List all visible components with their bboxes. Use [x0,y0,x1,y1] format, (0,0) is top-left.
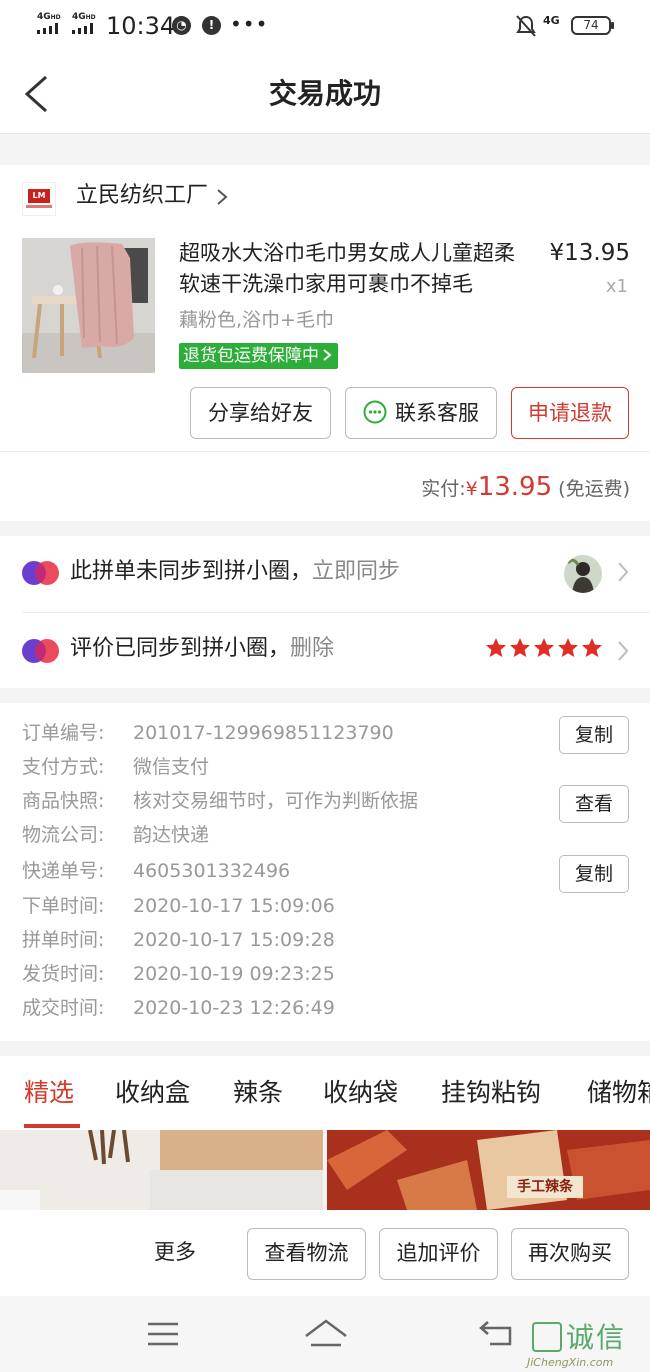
clock: 10:34 [106,12,176,40]
tab-storage-chest[interactable]: 储物箱 [587,1076,650,1110]
order-number-label: 订单编号: [22,722,105,744]
group-time-value: 2020-10-17 15:09:28 [133,929,335,951]
logistics-company-label: 物流公司: [22,824,105,846]
buy-again-button[interactable]: 再次购买 [511,1228,629,1280]
active-tab-indicator [24,1124,80,1128]
product-quantity: x1 [605,276,628,297]
star-icon [582,638,602,657]
tracking-number-label: 快递单号: [22,860,105,882]
copy-order-number-button[interactable]: 复制 [559,716,629,754]
tracking-number-value: 4605301332496 [133,860,291,882]
network-label-2: 4GHD [72,12,96,22]
nav-bar: 交易成功 [0,52,650,134]
tab-storage-box[interactable]: 收纳盒 [115,1076,190,1110]
chevron-right-icon [618,562,629,582]
alert-icon: ! [202,16,221,35]
chevron-right-icon [618,641,629,661]
snapshot-value: 核对交易细节时，可作为判断依据 [133,790,419,812]
sync-row-review[interactable]: 评价已同步到拼小圈，删除 [70,633,334,665]
category-tabs: 精选 收纳盒 辣条 收纳袋 挂钩粘钩 储物箱 [0,1056,650,1130]
deal-time-value: 2020-10-23 12:26:49 [133,997,335,1019]
more-button[interactable]: 更多 [154,1236,196,1268]
contact-service-button[interactable]: 联系客服 [345,387,497,439]
shop-logo[interactable]: LM [22,182,56,216]
ship-time-value: 2020-10-19 09:23:25 [133,963,335,985]
copy-tracking-number-button[interactable]: 复制 [559,855,629,893]
tab-spicy-strips[interactable]: 辣条 [233,1076,283,1110]
product-spec: 藕粉色,浴巾+毛巾 [179,309,334,331]
view-snapshot-button[interactable]: 查看 [559,785,629,823]
product-thumbnail[interactable] [22,238,155,373]
refund-button[interactable]: 申请退款 [511,387,629,439]
freight-guarantee-badge[interactable]: 退货包运费保障中 [179,343,338,369]
payment-method-label: 支付方式: [22,756,105,778]
chevron-right-icon [323,349,332,361]
page-title: 交易成功 [268,77,381,110]
product-title[interactable]: 超吸水大浴巾毛巾男女成人儿童超柔软速干洗澡巾家用可裹巾不掉毛 [179,238,524,300]
network-label-1: 4GHD [37,12,61,22]
chat-icon [363,400,387,424]
tab-featured[interactable]: 精选 [24,1076,74,1110]
home-icon[interactable] [303,1318,349,1348]
banner-label: 手工辣条 [507,1176,583,1198]
group-time-label: 拼单时间: [22,929,105,951]
order-time-label: 下单时间: [22,895,105,917]
signal-icon-2 [72,23,100,34]
view-logistics-button[interactable]: 查看物流 [247,1228,366,1280]
tab-storage-bag[interactable]: 收纳袋 [323,1076,398,1110]
watermark-logo: 诚信 [532,1322,626,1354]
star-icon [510,638,530,657]
watermark-url: JiChengXin.com [527,1356,614,1369]
divider [22,612,650,613]
shop-name[interactable]: 立民纺织工厂 [76,180,208,212]
back-icon[interactable] [478,1318,514,1348]
divider [0,451,650,452]
pinxiaoquan-logo-icon [22,639,59,663]
share-button[interactable]: 分享给好友 [190,387,331,439]
status-bar: 4GHD 4GHD 10:34 ◔ ! ••• 4G 74 [0,0,650,52]
star-icon [558,638,578,657]
total-paid: 实付:¥13.95 (免运费) [421,472,630,502]
network-type-label: 4G [543,14,560,27]
pinxiaoquan-logo-icon [22,561,59,585]
ship-time-label: 发货时间: [22,963,105,985]
product-price: ¥13.95 [549,240,630,266]
speed-icon: ◔ [172,16,191,35]
tab-hooks[interactable]: 挂钩粘钩 [441,1076,541,1110]
star-icon [486,638,506,657]
logistics-company-value: 韵达快递 [133,824,210,846]
avatar [564,555,602,593]
payment-method-value: 微信支付 [133,756,210,778]
sync-row-unsynced[interactable]: 此拼单未同步到拼小圈，立即同步 [70,556,400,588]
signal-icon-1 [37,23,65,34]
recommended-product-image[interactable]: 手工辣条 [327,1130,650,1210]
more-notifications-icon: ••• [230,12,269,36]
battery-icon: 74 [571,16,614,35]
recommended-product-image[interactable] [0,1130,323,1210]
add-review-button[interactable]: 追加评价 [379,1228,498,1280]
mute-icon [516,15,536,37]
snapshot-label: 商品快照: [22,790,105,812]
order-time-value: 2020-10-17 15:09:06 [133,895,335,917]
star-icon [534,638,554,657]
chevron-right-icon [217,189,228,205]
menu-icon[interactable] [146,1321,180,1347]
deal-time-label: 成交时间: [22,997,105,1019]
order-number-value: 201017-129969851123790 [133,722,394,744]
